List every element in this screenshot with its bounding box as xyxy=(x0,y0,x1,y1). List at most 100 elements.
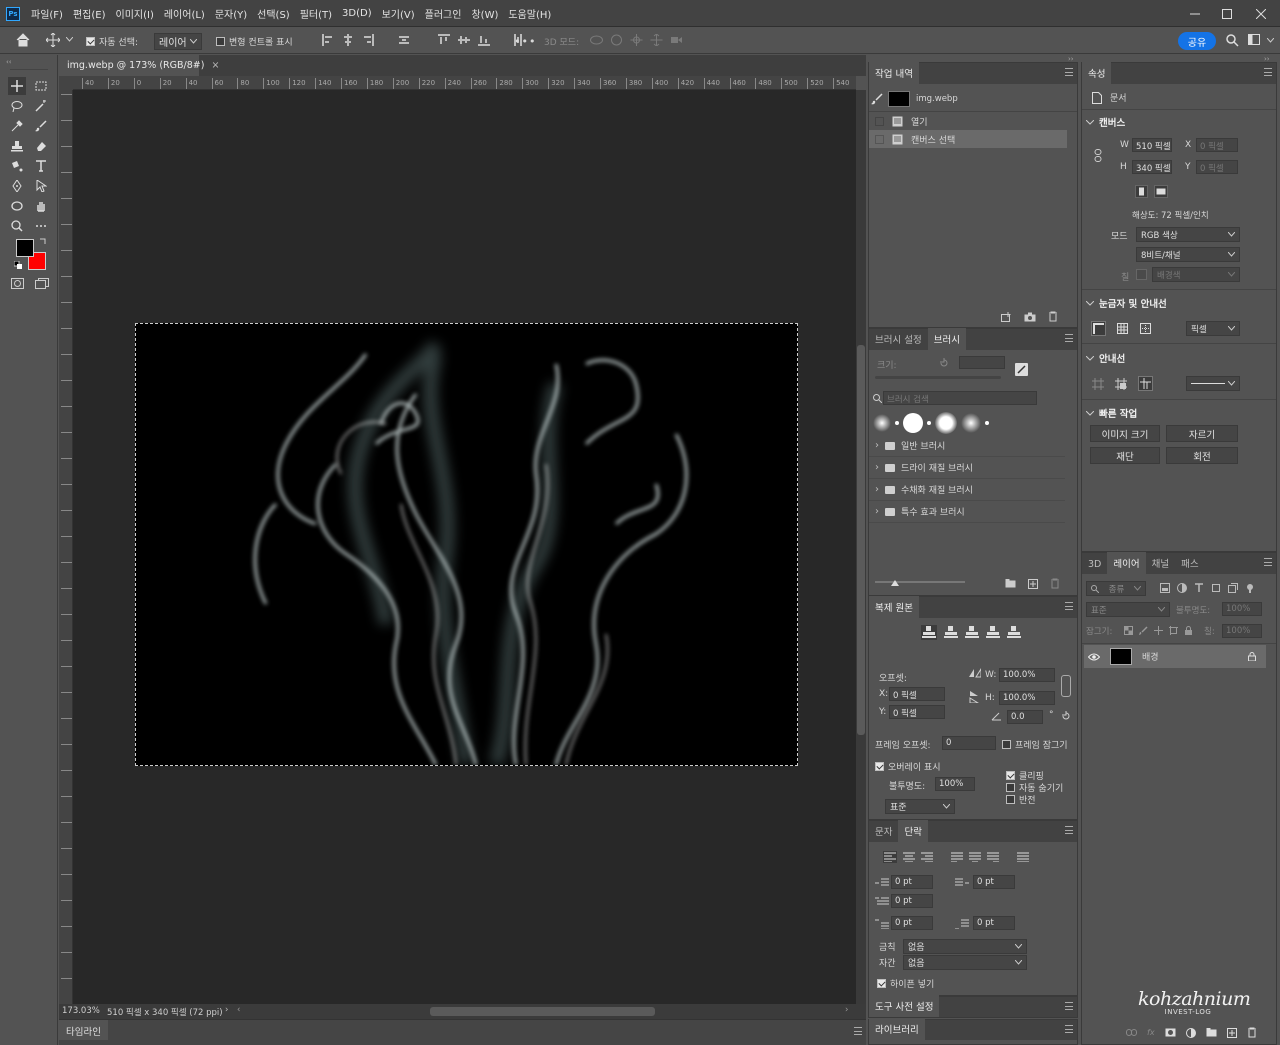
eyedropper-tool-icon[interactable] xyxy=(8,117,26,135)
align-text-center-icon[interactable] xyxy=(903,852,915,862)
scroll-left-icon[interactable]: ‹ xyxy=(237,1005,240,1015)
overlay-blend-dropdown[interactable]: 표준 xyxy=(885,799,955,814)
history-item-selected[interactable]: 캔버스 선택 xyxy=(869,130,1067,148)
filter-toggle-icon[interactable] xyxy=(1245,583,1255,593)
auto-select-toggle[interactable]: 자동 선택: xyxy=(86,33,138,49)
align-center-h-icon[interactable] xyxy=(342,34,354,46)
zoom-tool-icon[interactable] xyxy=(8,217,26,235)
new-brush-preset-icon[interactable] xyxy=(1028,578,1038,589)
rulers-icon[interactable] xyxy=(1091,321,1106,336)
vertical-ruler[interactable] xyxy=(59,76,73,1004)
screen-mode-icon[interactable] xyxy=(35,278,49,289)
share-button[interactable]: 공유 xyxy=(1178,32,1216,50)
timeline-tab[interactable]: 타임라인 xyxy=(59,1020,108,1040)
brush-group-wet-media[interactable]: › 수채화 재질 브러시 xyxy=(869,479,1065,501)
flip-horizontal-icon[interactable] xyxy=(969,668,981,678)
scale-h-field[interactable]: 100.0% xyxy=(999,691,1055,705)
tab-brushes[interactable]: 브러시 xyxy=(927,328,966,350)
brush-size-slider[interactable] xyxy=(875,376,1001,379)
fx-icon[interactable]: fx xyxy=(1147,1028,1155,1037)
rotate-button[interactable]: 회전 xyxy=(1166,447,1238,464)
clipped-checkbox[interactable] xyxy=(1006,771,1015,780)
3d-scale-icon[interactable] xyxy=(670,34,683,46)
path-select-tool-icon[interactable] xyxy=(32,177,50,195)
brush-preset-airbrush[interactable] xyxy=(961,413,981,433)
menu-filter[interactable]: 필터(T) xyxy=(295,6,337,21)
slider-thumb[interactable] xyxy=(891,580,899,586)
lasso-tool-icon[interactable] xyxy=(8,97,26,115)
menu-3d[interactable]: 3D(D) xyxy=(337,8,377,19)
lock-position-icon[interactable] xyxy=(1154,626,1163,635)
more-tools-icon[interactable] xyxy=(32,217,50,235)
brush-size-field[interactable] xyxy=(959,356,1005,369)
show-overlay-toggle[interactable]: 오버레이 표시 xyxy=(875,760,941,773)
indent-left-field[interactable]: 0 pt xyxy=(891,875,933,889)
canvas-height-field[interactable]: 340 픽셀 xyxy=(1132,160,1172,174)
eye-icon[interactable] xyxy=(1088,653,1100,661)
align-text-left-icon[interactable] xyxy=(883,851,897,863)
overlay-opacity-field[interactable]: 100% xyxy=(935,777,975,791)
menu-file[interactable]: 파일(F) xyxy=(26,6,68,21)
frame-lock-checkbox[interactable] xyxy=(1002,740,1011,749)
zoom-level[interactable]: 173.03% xyxy=(62,1006,100,1016)
smart-guides-icon[interactable] xyxy=(1138,376,1153,391)
hand-tool-icon[interactable] xyxy=(32,197,50,215)
rotate-angle-field[interactable]: 0.0 xyxy=(1007,710,1043,724)
chevron-down-icon[interactable] xyxy=(66,37,73,42)
guides-layout-icon[interactable] xyxy=(1139,322,1152,335)
crop-button[interactable]: 자르기 xyxy=(1166,425,1238,442)
canvas-y-field[interactable]: 0 픽셀 xyxy=(1196,160,1238,174)
panel-menu-icon[interactable] xyxy=(1264,68,1272,76)
canvas-width-field[interactable]: 510 픽셀 xyxy=(1132,138,1172,152)
chevron-down-icon[interactable] xyxy=(1267,38,1274,43)
new-document-from-state-icon[interactable] xyxy=(1001,311,1012,322)
flip-vertical-icon[interactable] xyxy=(969,691,979,703)
scroll-right-icon[interactable]: › xyxy=(845,1005,848,1015)
document-tab[interactable]: img.webp @ 173% (RGB/8#) × xyxy=(59,55,219,76)
quick-mask-icon[interactable] xyxy=(11,278,24,289)
frame-lock-toggle[interactable]: 프레임 잠그기 xyxy=(1002,738,1068,751)
offset-y-field[interactable]: 0 픽셀 xyxy=(889,705,945,719)
lock-image-icon[interactable] xyxy=(1139,626,1148,635)
tab-paragraph[interactable]: 단락 xyxy=(898,820,928,842)
align-bottom-icon[interactable] xyxy=(478,34,490,46)
align-left-icon[interactable] xyxy=(322,34,334,46)
eraser-tool-icon[interactable] xyxy=(32,137,50,155)
auto-hide-checkbox[interactable] xyxy=(1006,783,1015,792)
menu-type[interactable]: 문자(Y) xyxy=(210,6,252,21)
trash-icon[interactable] xyxy=(1048,311,1058,322)
chevron-right-icon[interactable]: › xyxy=(225,1005,228,1015)
3d-pan-icon[interactable] xyxy=(630,34,643,46)
menu-view[interactable]: 보기(V) xyxy=(377,6,420,21)
canvas-x-field[interactable]: 0 픽셀 xyxy=(1196,138,1238,152)
3d-roll-icon[interactable] xyxy=(610,34,623,46)
panel-menu-icon[interactable] xyxy=(854,1027,862,1035)
history-brush-icon[interactable] xyxy=(871,93,883,105)
invert-toggle[interactable]: 반전 xyxy=(1006,793,1036,806)
landscape-orientation-icon[interactable] xyxy=(1154,185,1168,198)
adjustment-layer-icon[interactable] xyxy=(1185,1027,1196,1038)
space-after-field[interactable]: 0 pt xyxy=(973,916,1015,930)
indent-right-field[interactable]: 0 pt xyxy=(973,875,1015,889)
trim-button[interactable]: 재단 xyxy=(1090,447,1160,464)
transform-controls-toggle[interactable]: 변형 컨트롤 표시 xyxy=(216,33,293,49)
reset-size-icon[interactable] xyxy=(939,358,949,368)
fill-dropdown[interactable]: 배경색 xyxy=(1152,267,1240,282)
close-tab-icon[interactable]: × xyxy=(211,60,219,71)
hyphenate-toggle[interactable]: 하이픈 넣기 xyxy=(877,977,934,990)
portrait-orientation-icon[interactable] xyxy=(1135,185,1148,198)
brush-tool-icon[interactable] xyxy=(32,117,50,135)
fill-opacity-field[interactable]: 100% xyxy=(1222,624,1262,638)
ruler-unit-dropdown[interactable]: 픽셀 xyxy=(1186,321,1240,336)
lock-artboard-icon[interactable] xyxy=(1169,626,1178,635)
clone-source-2-icon[interactable] xyxy=(944,626,958,639)
transform-controls-checkbox[interactable] xyxy=(216,36,225,46)
home-icon[interactable] xyxy=(16,33,30,47)
collapse-panels-icon[interactable]: ›› xyxy=(1068,55,1074,63)
document-image[interactable] xyxy=(135,323,798,766)
menu-select[interactable]: 선택(S) xyxy=(252,6,295,21)
scale-w-field[interactable]: 100.0% xyxy=(999,668,1055,682)
justify-last-right-icon[interactable] xyxy=(987,852,999,862)
collapse-toolbar-icon[interactable]: ‹‹ xyxy=(6,58,12,66)
magic-wand-tool-icon[interactable] xyxy=(32,97,50,115)
